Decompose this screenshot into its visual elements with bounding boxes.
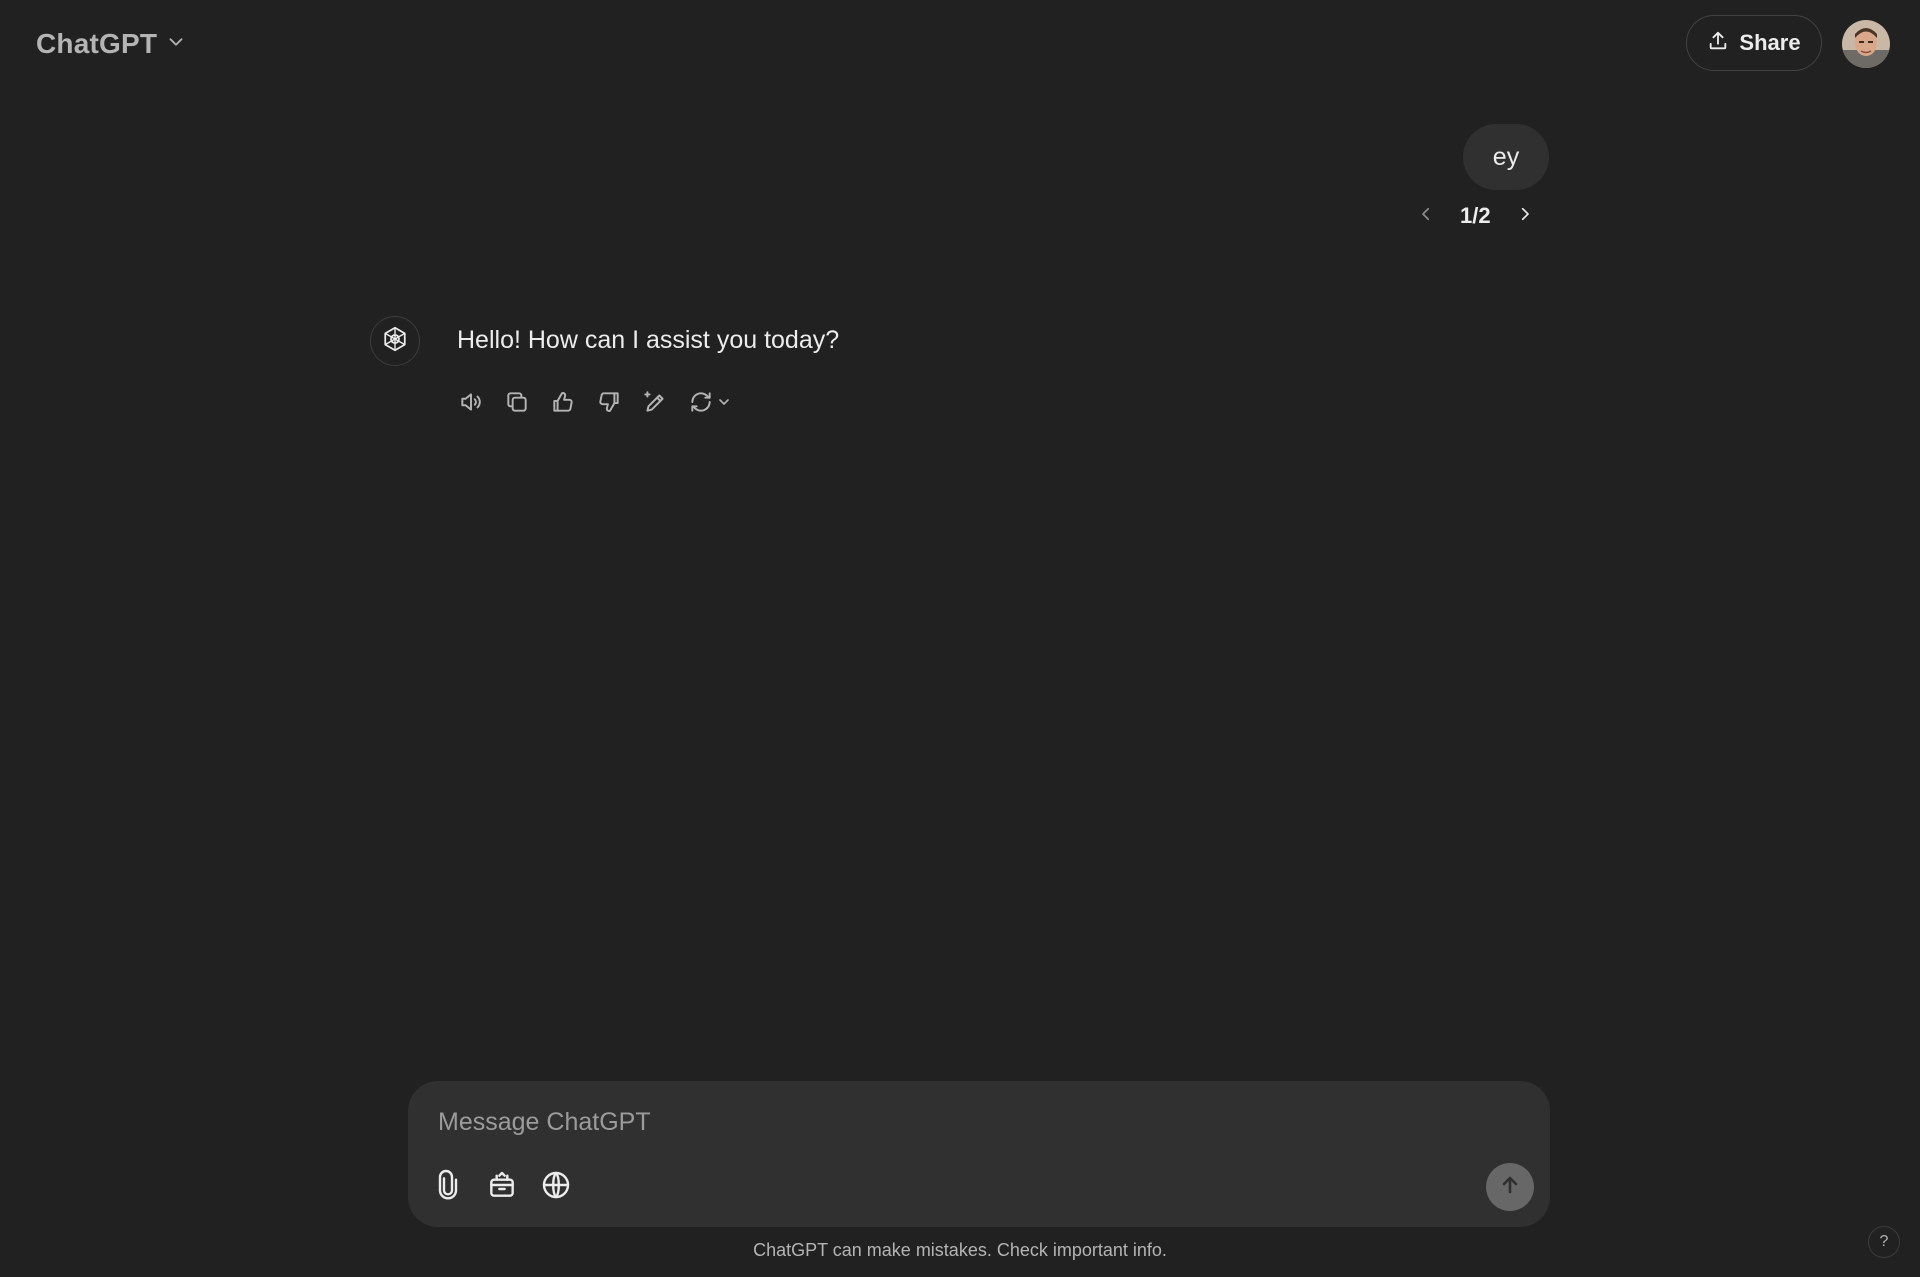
attach-button[interactable] [428, 1167, 468, 1207]
copy-icon [504, 389, 530, 420]
share-label: Share [1739, 30, 1801, 55]
message-actions [455, 388, 735, 420]
paperclip-icon [432, 1169, 464, 1206]
thumbs-up-icon [550, 389, 576, 420]
upload-icon [1707, 30, 1729, 57]
good-response-button[interactable] [547, 388, 579, 420]
share-button[interactable]: Share [1686, 15, 1822, 71]
disclaimer-text: ChatGPT can make mistakes. Check importa… [753, 1240, 1167, 1260]
model-name: ChatGPT [36, 28, 158, 59]
regenerate-icon [688, 389, 714, 420]
message-composer [408, 1081, 1550, 1227]
user-message-bubble: ey [1463, 124, 1549, 190]
chevron-down-icon [716, 394, 732, 415]
chevron-right-icon [1516, 205, 1534, 228]
send-button[interactable] [1486, 1163, 1534, 1211]
edit-sparkle-icon [642, 389, 668, 420]
regenerate-button[interactable] [685, 388, 735, 420]
thumbs-down-icon [596, 389, 622, 420]
chevron-down-icon [165, 31, 187, 58]
speaker-icon [458, 389, 484, 420]
model-switcher[interactable]: ChatGPT [24, 22, 199, 66]
openai-logo-icon [380, 324, 410, 359]
message-input[interactable] [436, 1101, 1520, 1143]
assistant-message-text: Hello! How can I assist you today? [457, 326, 840, 354]
pager-count: 1/2 [1460, 203, 1491, 228]
toolbox-icon [486, 1169, 518, 1206]
copy-button[interactable] [501, 388, 533, 420]
next-response-button[interactable] [1509, 200, 1541, 232]
tools-button[interactable] [482, 1167, 522, 1207]
user-message-text: ey [1492, 142, 1520, 171]
response-pager: 1/2 [1410, 200, 1541, 232]
chevron-left-icon [1417, 205, 1435, 228]
globe-icon [540, 1169, 572, 1206]
search-web-button[interactable] [536, 1167, 576, 1207]
help-button[interactable]: ? [1868, 1226, 1900, 1258]
assistant-avatar [370, 316, 420, 366]
edit-in-canvas-button[interactable] [639, 388, 671, 420]
read-aloud-button[interactable] [455, 388, 487, 420]
chatgpt-page: ChatGPT Share ey 1/2 Hello! How can I as… [0, 0, 1920, 1277]
previous-response-button[interactable] [1410, 200, 1442, 232]
bad-response-button[interactable] [593, 388, 625, 420]
arrow-up-icon [1498, 1173, 1522, 1202]
user-avatar[interactable] [1842, 20, 1890, 68]
